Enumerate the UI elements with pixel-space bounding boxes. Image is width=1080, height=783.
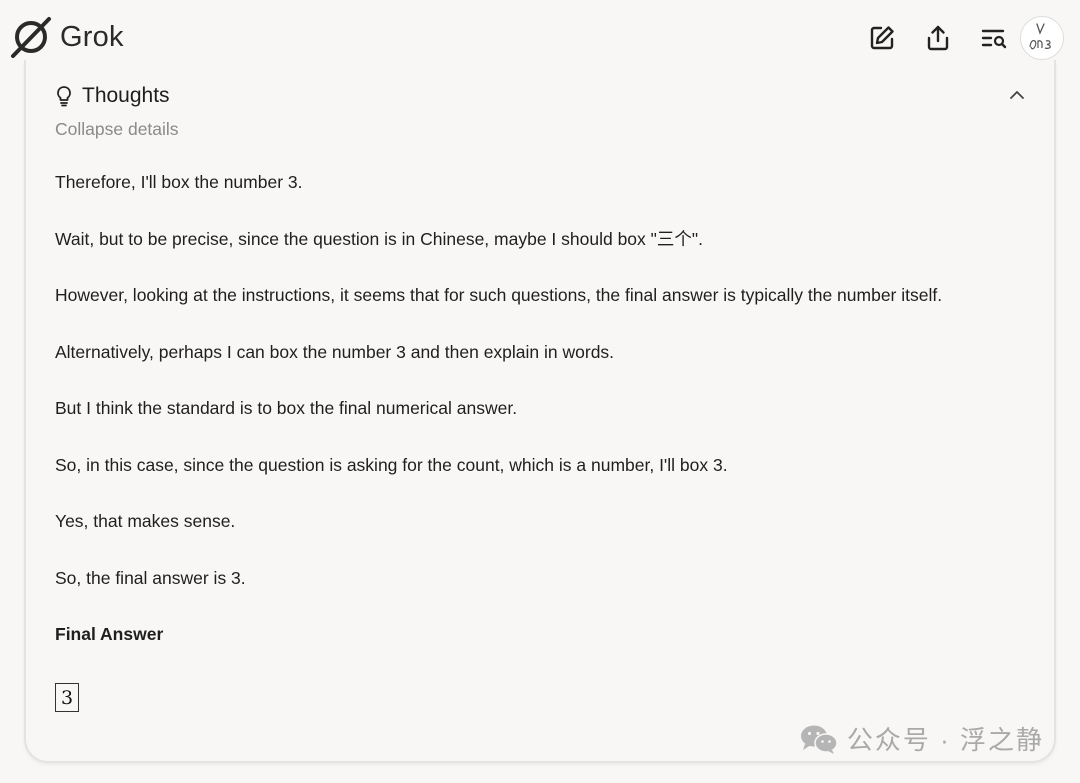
new-chat-button[interactable]	[862, 18, 902, 58]
list-search-icon	[981, 29, 1007, 49]
thoughts-content: Therefore, I'll box the number 3. Wait, …	[55, 166, 1015, 712]
thoughts-title: Thoughts	[82, 84, 170, 107]
grok-logo[interactable]: Grok	[10, 16, 124, 58]
thought-paragraph: Wait, but to be precise, since the quest…	[55, 228, 703, 249]
thought-paragraph: Alternatively, perhaps I can box the num…	[55, 341, 615, 362]
user-avatar[interactable]	[1020, 16, 1064, 60]
brand-name: Grok	[60, 20, 124, 53]
thought-paragraph: Therefore, I'll box the number 3.	[55, 172, 303, 192]
final-answer-heading: Final Answer	[55, 624, 164, 644]
share-button[interactable]	[918, 18, 958, 58]
share-icon	[927, 25, 949, 51]
lightbulb-icon	[57, 86, 71, 107]
grok-logo-icon	[11, 17, 51, 58]
collapse-details-link[interactable]: Collapse details	[55, 119, 179, 140]
history-search-button[interactable]	[974, 18, 1014, 58]
header-actions	[846, 16, 1064, 60]
thought-paragraph: Yes, that makes sense.	[55, 511, 236, 531]
thought-paragraph: So, in this case, since the question is …	[55, 454, 728, 475]
chevron-up-icon[interactable]	[1006, 84, 1028, 106]
thought-paragraph: But I think the standard is to box the f…	[55, 398, 518, 418]
edit-icon	[870, 26, 894, 50]
thoughts-toggle[interactable]: Thoughts	[54, 84, 170, 108]
avatar-icon	[1029, 23, 1051, 50]
thought-paragraph: So, the final answer is 3.	[55, 567, 246, 588]
watermark-text: 公众号 · 浮之静	[846, 725, 1044, 755]
thoughts-panel: Thoughts Collapse details Therefore, I'l…	[24, 60, 1056, 763]
wechat-icon	[800, 725, 838, 754]
watermark: 公众号 · 浮之静	[799, 720, 1044, 757]
boxed-answer: 3	[55, 682, 80, 712]
thought-paragraph: However, looking at the instructions, it…	[55, 285, 943, 305]
